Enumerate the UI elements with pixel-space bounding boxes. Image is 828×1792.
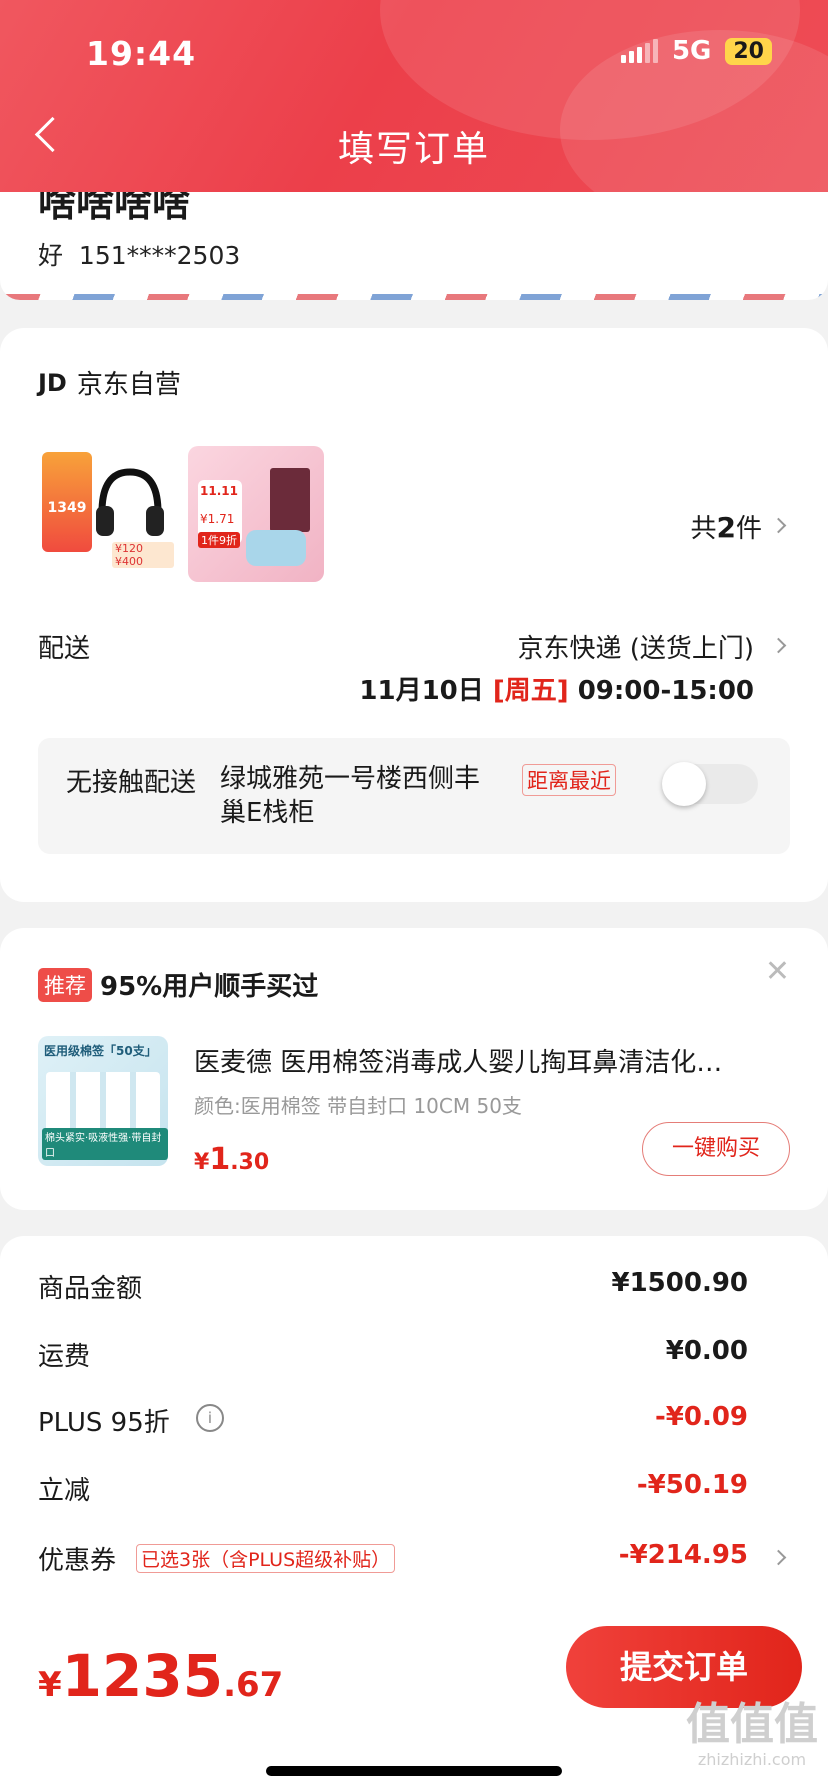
network-type: 5G [671, 36, 712, 66]
thumb-title: 医用级棉签「50支」 [44, 1044, 157, 1058]
recipient-name: 好 [38, 241, 64, 270]
shop-name: 京东自营 [76, 370, 181, 400]
cost-label: 优惠券 [38, 1546, 117, 1576]
address-contact: 好 151****2503 [38, 236, 240, 272]
cost-label: 运费 [38, 1342, 91, 1372]
item-count[interactable]: 共2件 [690, 508, 762, 545]
recommend-price: ¥1.30 [194, 1142, 270, 1177]
status-time: 19:44 [86, 34, 197, 73]
product-thumb-headphones[interactable]: 1349 ¥120 ¥400 [38, 446, 174, 582]
address-card[interactable]: 啥啥啥啥 好 151****2503 [0, 192, 828, 300]
chevron-right-icon [770, 1549, 787, 1566]
cost-row: 运费 ¥0.00 [0, 1336, 828, 1376]
contactless-label: 无接触配送 [66, 768, 197, 798]
cotton-swab-image [46, 1072, 160, 1132]
chevron-right-icon [770, 517, 787, 534]
watermark: 值值值 zhizhizhi.com [686, 1699, 818, 1770]
product-box [270, 468, 310, 532]
cost-row: 商品金额 ¥1500.90 [0, 1268, 828, 1308]
total-price: ¥1235.67 [38, 1642, 284, 1710]
recommend-product-name[interactable]: 医麦德 医用棉签消毒成人婴儿掏耳鼻清洁化… [194, 1042, 774, 1079]
jd-logo-icon: JD [38, 368, 67, 397]
watermark-logo: 值值值 [686, 1699, 818, 1750]
cost-row[interactable]: 优惠券 已选3张（含PLUS超级补贴） -¥214.95 [0, 1540, 828, 1580]
signal-icon [620, 39, 658, 63]
contactless-box: 无接触配送 绿城雅苑一号楼西侧丰巢E栈柜 距离最近 [38, 738, 790, 854]
order-card: JD 京东自营 1349 ¥120 ¥400 11.11 ¥1.71 1件9折 … [0, 328, 828, 902]
promo-price: ¥1.71 [200, 512, 235, 526]
contactless-location: 绿城雅苑一号楼西侧丰巢E栈柜 [220, 764, 481, 828]
submit-order-button[interactable]: 提交订单 [566, 1626, 802, 1708]
recommend-header: 推荐 95%用户顺手买过 [38, 966, 318, 1003]
cost-row: 立减 -¥50.19 [0, 1470, 828, 1510]
mask-image [246, 530, 306, 566]
headphones-icon [96, 468, 164, 536]
header: 19:44 5G 20 填写订单 [0, 0, 828, 192]
product-thumb-mask[interactable]: 11.11 ¥1.71 1件9折 [188, 446, 324, 582]
battery-icon: 20 [725, 37, 772, 65]
delivery-method[interactable]: 京东快递 (送货上门) [517, 628, 754, 665]
thumb-caption: 棉头紧实·吸液性强·带自封口 [42, 1128, 168, 1160]
promo-date: 11.11 [200, 484, 238, 498]
coupon-tag: 已选3张（含PLUS超级补贴） [136, 1544, 396, 1573]
recommend-tag: 推荐 [38, 967, 92, 1002]
watermark-url: zhizhizhi.com [697, 1750, 807, 1769]
airmail-border [0, 294, 828, 300]
cost-value: -¥0.09 [654, 1402, 748, 1432]
cost-label: PLUS 95折 [38, 1408, 170, 1438]
recommend-thumb[interactable]: 医用级棉签「50支」 棉头紧实·吸液性强·带自封口 [38, 1036, 168, 1166]
page-title: 填写订单 [337, 129, 490, 170]
cost-value: ¥0.00 [665, 1336, 748, 1366]
cost-row: PLUS 95折 i -¥0.09 [0, 1402, 828, 1442]
address-name: 啥啥啥啥 [38, 192, 191, 225]
chevron-right-icon [770, 637, 787, 654]
toggle-knob [662, 762, 706, 806]
recommend-spec: 颜色:医用棉签 带自封口 10CM 50支 [194, 1094, 522, 1118]
promo-discount: 1件9折 [198, 532, 240, 548]
contactless-toggle[interactable] [662, 762, 758, 806]
info-icon[interactable]: i [196, 1404, 224, 1432]
home-indicator [266, 1766, 562, 1776]
cost-value: -¥214.95 [618, 1540, 748, 1570]
cost-label: 立减 [38, 1476, 91, 1506]
delivery-label: 配送 [38, 634, 91, 664]
coupon-label: ¥120 ¥400 [112, 542, 174, 568]
recommend-headline: 95%用户顺手买过 [100, 972, 319, 1002]
cost-card: 商品金额 ¥1500.90 运费 ¥0.00 PLUS 95折 i -¥0.09 立减 -¥50… [0, 1236, 828, 1636]
nearest-badge: 距离最近 [522, 764, 616, 796]
one-click-buy-button[interactable]: 一键购买 [642, 1122, 790, 1176]
promo-price: 1349 [47, 500, 87, 516]
shop-header: JD 京东自营 [38, 364, 181, 401]
cost-value: ¥1500.90 [611, 1268, 748, 1298]
close-icon[interactable]: ✕ [765, 954, 790, 989]
recipient-phone: 151****2503 [78, 241, 241, 270]
status-right: 5G 20 [620, 36, 772, 66]
cost-label: 商品金额 [38, 1274, 143, 1304]
delivery-time: 11月10日 [周五] 09:00-15:00 [359, 676, 754, 706]
cost-value: -¥50.19 [636, 1470, 748, 1500]
recommend-card: 推荐 95%用户顺手买过 ✕ 医用级棉签「50支」 棉头紧实·吸液性强·带自封口… [0, 928, 828, 1210]
